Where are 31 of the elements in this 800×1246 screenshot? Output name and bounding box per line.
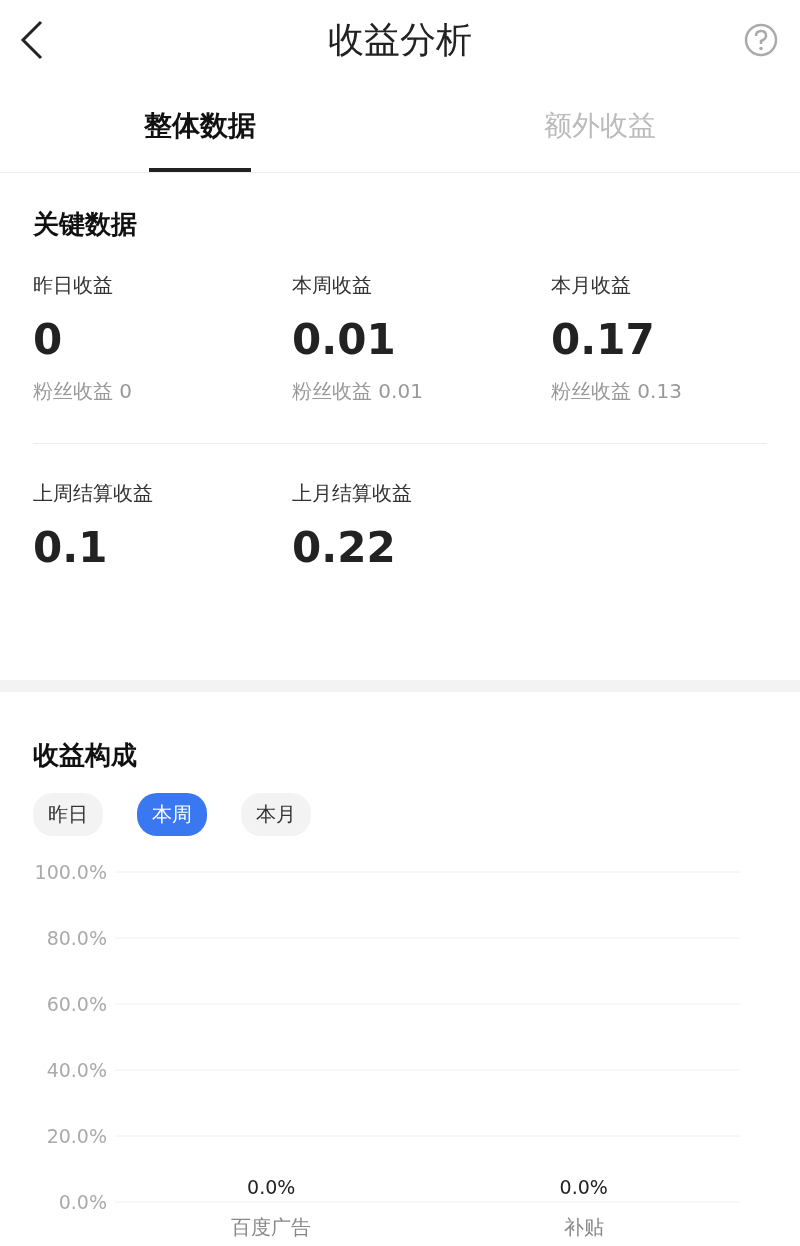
axis-tick-label: 20.0% [46, 1125, 107, 1147]
axis-tick-label: 40.0% [46, 1059, 107, 1081]
data-label: 0.0% [247, 1176, 296, 1198]
category-label: 补贴 [563, 1215, 604, 1239]
metric-label: 本月收益 [551, 272, 631, 299]
data-label: 0.0% [559, 1176, 608, 1198]
metric-label: 上月结算收益 [292, 480, 412, 507]
metric-label: 上周结算收益 [33, 480, 153, 507]
period-chip[interactable]: 本周 [137, 793, 207, 836]
page-title: 收益分析 [328, 17, 472, 62]
metric-label: 昨日收益 [33, 272, 113, 299]
axis-tick-label: 100.0% [34, 861, 107, 883]
axis-tick-label: 0.0% [58, 1191, 107, 1213]
metric-label: 本周收益 [292, 272, 372, 299]
metric-value: 0.22 [292, 523, 396, 572]
metric-value: 0.01 [292, 315, 396, 364]
period-chip[interactable]: 本月 [241, 793, 311, 836]
back-icon[interactable] [20, 20, 44, 60]
metric-subtext: 粉丝收益 0.01 [292, 378, 423, 405]
metric-subtext: 粉丝收益 0.13 [551, 378, 682, 405]
axis-tick-label: 80.0% [46, 927, 107, 949]
section-title: 关键数据 [33, 208, 138, 241]
category-label: 百度广告 [231, 1215, 312, 1239]
metric-subtext: 粉丝收益 0 [33, 378, 133, 405]
metric-value: 0.17 [551, 315, 655, 364]
axis-tick-label: 60.0% [46, 993, 107, 1015]
metric-value: 0 [33, 315, 63, 364]
period-chip[interactable]: 昨日 [33, 793, 103, 836]
metric-value: 0.1 [33, 523, 108, 572]
section-title: 收益构成 [33, 739, 138, 772]
tab[interactable]: 整体数据 [0, 80, 400, 172]
